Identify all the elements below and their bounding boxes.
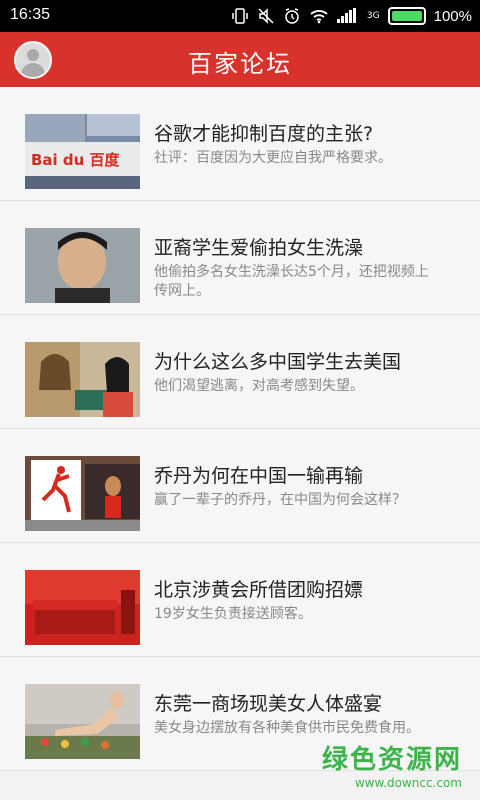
article-description: 社评：百度因为大更应自我严格要求。	[154, 150, 392, 166]
app-header: 百家论坛	[0, 32, 480, 87]
article-description: 他偷拍多名女生洗澡长达5个月，还把视频上传网上。	[154, 264, 429, 299]
list-item[interactable]: Bai du 百度 谷歌才能抑制百度的主张? 社评：百度因为大更应自我严格要求。	[0, 87, 480, 201]
article-title: 东莞一商场现美女人体盛宴	[154, 693, 383, 715]
status-time: 16:35	[10, 6, 51, 23]
article-title: 乔丹为何在中国一输再输	[154, 465, 364, 487]
list-item[interactable]: 北京涉黄会所借团购招嫖 19岁女生负责接送顾客。	[0, 543, 480, 657]
article-thumbnail: Bai du 百度	[25, 114, 140, 189]
battery-percent: 100%	[433, 7, 472, 25]
article-thumbnail	[25, 342, 140, 417]
article-list: Bai du 百度 谷歌才能抑制百度的主张? 社评：百度因为大更应自我严格要求。…	[0, 87, 480, 771]
list-item[interactable]: 为什么这么多中国学生去美国 他们渴望逃离，对高考感到失望。	[0, 315, 480, 429]
article-thumbnail	[25, 570, 140, 645]
list-item[interactable]: 乔丹为何在中国一输再输 赢了一辈子的乔丹，在中国为何会这样？	[0, 429, 480, 543]
article-title: 北京涉黄会所借团购招嫖	[154, 579, 364, 601]
article-description: 他们渴望逃离，对高考感到失望。	[154, 378, 364, 394]
wifi-icon	[310, 10, 328, 24]
mute-icon	[258, 8, 274, 24]
baidu-logo: Bai du 百度	[31, 151, 121, 169]
article-title: 为什么这么多中国学生去美国	[154, 351, 402, 373]
article-title: 谷歌才能抑制百度的主张?	[154, 123, 374, 145]
alarm-icon	[285, 8, 299, 24]
article-description: 美女身边摆放有各种美食供市民免费食用。	[154, 720, 420, 736]
network-type-label: 3G	[366, 11, 380, 21]
article-thumbnail	[25, 684, 140, 759]
list-item[interactable]: 亚裔学生爱偷拍女生洗澡 他偷拍多名女生洗澡长达5个月，还把视频上传网上。	[0, 201, 480, 315]
page-title: 百家论坛	[188, 50, 292, 78]
status-bar: 16:35 3G 100%	[0, 0, 480, 32]
vibrate-icon	[232, 8, 248, 24]
signal-icon	[336, 8, 356, 23]
article-thumbnail	[25, 228, 140, 303]
article-title: 亚裔学生爱偷拍女生洗澡	[154, 237, 364, 259]
status-icons: 3G 100%	[231, 5, 472, 27]
watermark-url: www.downcc.com	[354, 776, 462, 790]
watermark: 绿色资源网 www.downcc.com	[322, 739, 462, 790]
watermark-text: 绿色资源网	[321, 745, 462, 775]
article-description: 19岁女生负责接送顾客。	[154, 606, 312, 622]
battery-icon	[387, 7, 426, 25]
article-thumbnail	[25, 456, 140, 531]
article-description: 赢了一辈子的乔丹，在中国为何会这样？	[154, 492, 406, 508]
